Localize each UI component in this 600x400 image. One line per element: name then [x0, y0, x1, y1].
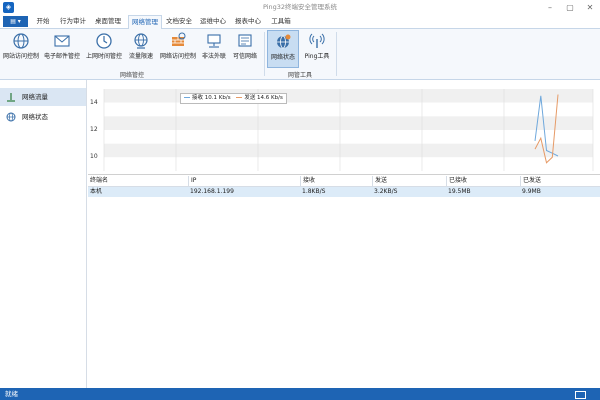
ribbon-tab-bar: ▤ ▾ 开始 行为审计 桌面管理 网络管理 文档安全 运维中心 报表中心 工具箱	[0, 15, 600, 30]
ribbon-group-label-network-tools: 网管工具	[287, 72, 312, 79]
ribbon-panel: 网站访问控制 电子邮件管控 上网时间管控 流量限速 网络访问控制 非法外联 可信…	[0, 29, 600, 80]
sidebar-item-label: 网络流量	[22, 93, 48, 101]
website-access-control-button[interactable]: 网站访问控制	[2, 30, 40, 66]
cell-receive: 1.8KB/S	[302, 188, 326, 195]
chart-band	[104, 102, 593, 117]
window-title: Ping32终端安全管理系统	[262, 3, 338, 11]
trusted-network-button[interactable]: 可信网络	[230, 30, 260, 66]
status-text: 就绪	[5, 390, 18, 398]
tab-desktop-management[interactable]: 桌面管理	[93, 15, 123, 28]
ribbon-group-separator	[264, 32, 265, 76]
mail-icon[interactable]	[575, 391, 586, 399]
network-access-control-button[interactable]: 网络访问控制	[158, 30, 198, 66]
email-control-button[interactable]: 电子邮件管控	[42, 30, 82, 66]
illegal-outreach-button[interactable]: 非法外联	[200, 30, 228, 66]
ribbon-group-separator	[336, 32, 337, 76]
minimize-icon[interactable]: –	[540, 0, 560, 15]
tab-network-management[interactable]: 网络管理	[128, 15, 162, 30]
monitor-network-icon	[207, 34, 221, 48]
ribbon-button-label: Ping工具	[304, 53, 330, 60]
ribbon-button-label: 网络状态	[270, 54, 295, 61]
tab-document-security[interactable]: 文档安全	[164, 15, 194, 28]
globe-icon	[6, 112, 16, 122]
firewall-icon	[172, 32, 186, 46]
cell-send: 3.2KB/S	[374, 188, 398, 195]
legend-swatch-receive	[184, 97, 190, 98]
cell-terminal: 本机	[90, 188, 103, 195]
file-menu-button[interactable]: ▤ ▾	[3, 16, 28, 27]
column-header-send[interactable]: 发送	[372, 176, 447, 186]
chart-band	[104, 143, 593, 158]
sidebar-item-network-traffic[interactable]: 网络流量	[0, 88, 86, 106]
tab-report-center[interactable]: 报表中心	[233, 15, 263, 28]
sidebar: 网络流量 网络状态	[0, 80, 87, 388]
traffic-chart-svg	[103, 89, 594, 171]
globe-icon	[13, 33, 29, 49]
ribbon-button-label: 网站访问控制	[2, 53, 39, 60]
table-row[interactable]: 本机 192.168.1.199 1.8KB/S 3.2KB/S 19.5MB …	[88, 187, 600, 197]
ribbon-button-label: 可信网络	[232, 53, 257, 60]
ribbon-button-label: 流量限速	[128, 53, 153, 60]
column-header-received-total[interactable]: 已接收	[446, 176, 521, 186]
traffic-chart: 14 12 10 接收 10.1 Kb/s 发送 14.6 Kb/s	[88, 81, 600, 175]
window-controls: – ▢ ✕	[540, 0, 600, 15]
sidebar-item-network-status[interactable]: 网络状态	[0, 108, 86, 126]
internet-time-control-button[interactable]: 上网时间管控	[84, 30, 124, 66]
globe-speed-icon	[134, 33, 148, 49]
ribbon-group-label-network-control: 网络管控	[119, 72, 144, 79]
ping-tool-button[interactable]: Ping工具	[301, 30, 333, 66]
ribbon-button-label: 上网时间管控	[85, 53, 122, 60]
tab-start[interactable]: 开始	[33, 15, 53, 28]
traffic-icon	[7, 93, 15, 102]
title-bar: ◈ Ping32终端安全管理系统 – ▢ ✕	[0, 0, 600, 15]
legend-send: 发送 14.6 Kb/s	[244, 95, 283, 101]
cell-ip: 192.168.1.199	[190, 188, 234, 195]
cell-sent-total: 9.9MB	[522, 188, 541, 195]
chart-legend: 接收 10.1 Kb/s 发送 14.6 Kb/s	[180, 93, 287, 104]
y-tick-label: 14	[90, 98, 98, 106]
tab-ops-center[interactable]: 运维中心	[198, 15, 228, 28]
chart-band	[104, 89, 593, 103]
table-header: 终端名 IP 接收 发送 已接收 已发送	[88, 176, 600, 187]
legend-swatch-send	[236, 97, 243, 98]
column-header-terminal[interactable]: 终端名	[88, 176, 190, 186]
restore-icon[interactable]: ▢	[560, 0, 580, 15]
ribbon-button-label: 非法外联	[201, 53, 226, 60]
y-tick-label: 10	[90, 153, 98, 161]
sidebar-item-label: 网络状态	[22, 113, 48, 121]
chart-band	[104, 116, 593, 130]
y-tick-label: 12	[90, 126, 98, 133]
antenna-icon	[309, 33, 325, 48]
status-bar: 就绪	[0, 388, 600, 400]
network-status-icon	[277, 34, 291, 49]
trusted-network-icon	[238, 34, 252, 47]
tab-toolbox[interactable]: 工具箱	[268, 15, 294, 28]
legend-receive: 接收 10.1 Kb/s	[192, 95, 231, 101]
ribbon-button-label: 电子邮件管控	[43, 53, 80, 60]
terminal-traffic-table: 终端名 IP 接收 发送 已接收 已发送 本机 192.168.1.199 1.…	[88, 176, 600, 386]
close-icon[interactable]: ✕	[580, 0, 600, 15]
column-header-ip[interactable]: IP	[188, 176, 301, 186]
ribbon-button-label: 网络访问控制	[159, 53, 196, 60]
tab-behavior-audit[interactable]: 行为审计	[58, 15, 88, 28]
clock-icon	[96, 33, 112, 49]
chart-band	[104, 130, 593, 144]
traffic-rate-limit-button[interactable]: 流量限速	[126, 30, 156, 66]
email-icon	[54, 35, 70, 47]
cell-received-total: 19.5MB	[448, 188, 471, 195]
chart-band	[104, 157, 593, 171]
network-status-button[interactable]: 网络状态	[267, 30, 299, 68]
column-header-receive[interactable]: 接收	[300, 176, 373, 186]
column-header-sent-total[interactable]: 已发送	[520, 176, 600, 186]
